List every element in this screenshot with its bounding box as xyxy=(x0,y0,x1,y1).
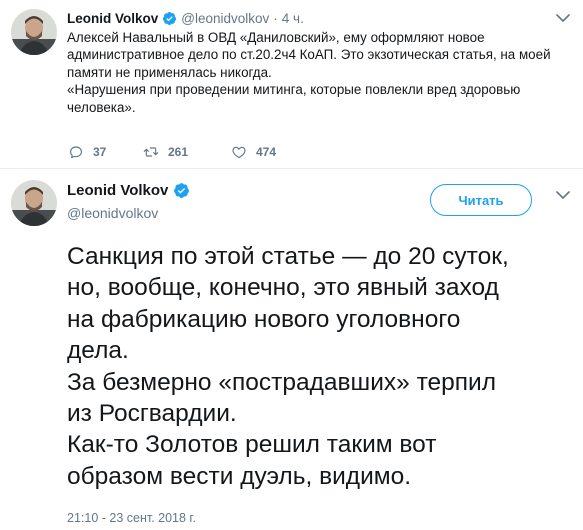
author-handle[interactable]: @leonidvolkov xyxy=(67,205,158,221)
tweet-text-line: административное дело по ст.20.2ч4 КоАП.… xyxy=(67,47,551,63)
tweet-text-line: памяти не применялась никогда. xyxy=(67,64,272,80)
tweet-text-line: Алексей Навальный в ОВД «Даниловский», е… xyxy=(67,30,485,45)
tweet-text-line: «Нарушения при проведении митинга, котор… xyxy=(67,82,521,98)
separator-dot: · xyxy=(273,10,278,26)
like-count: 474 xyxy=(256,145,277,159)
tweet-text-line: человека». xyxy=(67,99,136,115)
chevron-down-icon[interactable] xyxy=(556,190,570,200)
retweet-button[interactable]: 261 xyxy=(142,144,230,160)
tweet-time[interactable]: 4 ч. xyxy=(282,11,304,26)
retweet-icon xyxy=(143,147,159,157)
tweet-text-line: дела. xyxy=(67,337,129,365)
avatar[interactable] xyxy=(11,180,57,226)
tweet-header: Leonid Volkov @leonidvolkov · 4 ч. xyxy=(67,8,304,28)
tweet-text-line: из Росгвардии. xyxy=(67,400,237,428)
tweet-text-line: Как-то Золотов решил таким вот xyxy=(67,431,437,459)
retweet-count: 261 xyxy=(168,145,189,159)
tweet-text-line: образом вести дуэль, видимо. xyxy=(67,462,412,490)
divider xyxy=(0,168,583,169)
follow-button[interactable]: Читать xyxy=(430,184,532,216)
author-name[interactable]: Leonid Volkov xyxy=(67,11,158,26)
tweet-text-line: на фабрикацию нового уголовного xyxy=(67,305,461,333)
author-name[interactable]: Leonid Volkov xyxy=(67,182,168,199)
like-icon xyxy=(232,146,246,159)
verified-badge-icon xyxy=(173,182,190,199)
verified-badge-icon xyxy=(162,11,177,26)
reply-button[interactable]: 37 xyxy=(67,144,142,160)
tweet-text: Санкция по этой статье — до 20 суток, но… xyxy=(67,241,577,492)
parent-tweet[interactable]: Leonid Volkov @leonidvolkov · 4 ч. Алекс… xyxy=(0,0,583,168)
reply-count: 37 xyxy=(93,145,107,159)
chevron-down-icon[interactable] xyxy=(556,13,570,23)
reply-icon xyxy=(69,146,83,159)
tweet-text: Алексей Навальный в ОВД «Даниловский», е… xyxy=(67,29,572,116)
like-button[interactable]: 474 xyxy=(230,144,276,160)
tweet-text-line: За безмерно «пострадавших» терпил xyxy=(67,368,497,396)
tweet-text-line: но, вообще, конечно, это явный заход xyxy=(67,274,499,302)
tweet-timestamp[interactable]: 21:10 - 23 сент. 2018 г. xyxy=(67,511,196,525)
author-handle[interactable]: @leonidvolkov xyxy=(181,11,269,26)
tweet-text-line: Санкция по этой статье — до 20 суток, xyxy=(67,243,509,270)
tweet-actions: 37 261 474 xyxy=(67,143,276,161)
avatar[interactable] xyxy=(11,9,57,55)
author-name-row: Leonid Volkov xyxy=(67,180,194,200)
